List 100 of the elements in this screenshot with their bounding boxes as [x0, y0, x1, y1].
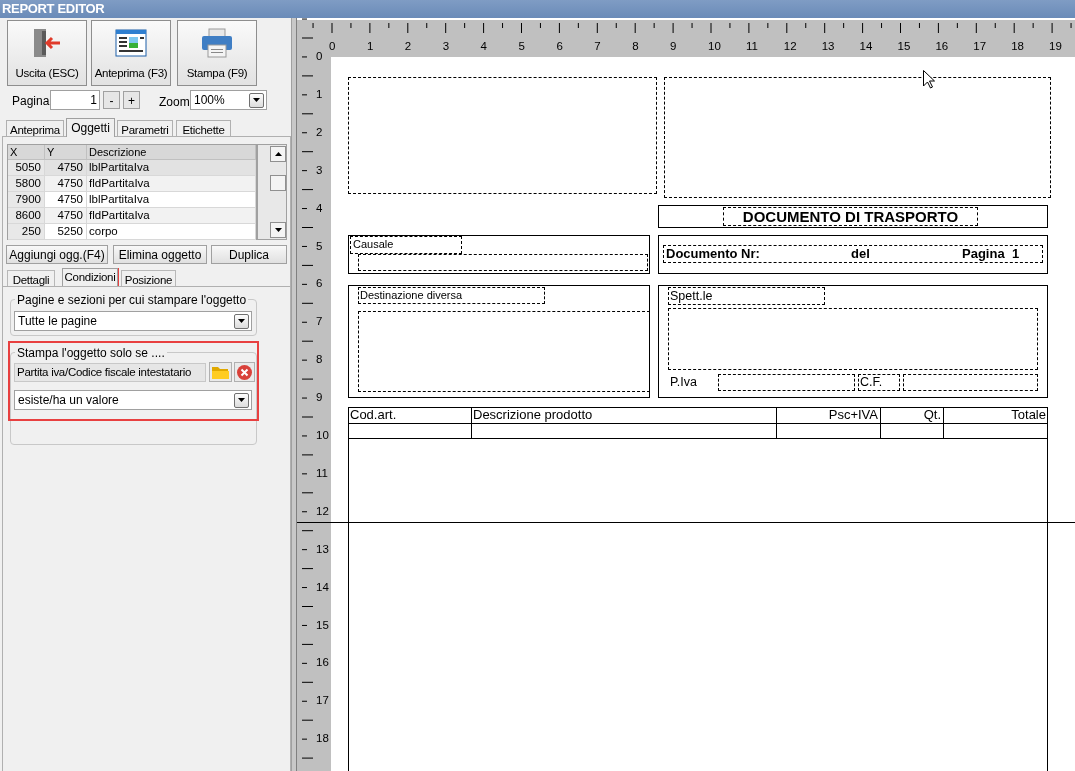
ruler-label: 12	[316, 505, 329, 518]
page-input[interactable]: 1	[50, 90, 100, 110]
ruler-label: 8	[316, 354, 323, 366]
scroll-thumb[interactable]	[270, 175, 286, 191]
tab[interactable]: Oggetti	[66, 118, 115, 137]
table-cell: 5050	[8, 160, 45, 176]
column-header: Cod.art.	[349, 407, 398, 423]
ruler-label: 16	[316, 657, 329, 669]
ruler-label: 15	[316, 619, 329, 631]
dropdown-arrow-icon	[238, 319, 245, 323]
ruler-label: 17	[973, 41, 987, 53]
ruler-label: 10	[316, 430, 329, 442]
tab[interactable]: Etichette	[176, 120, 231, 136]
ruler-label: 9	[670, 41, 677, 53]
toolbar-button[interactable]: Anteprima (F3)	[91, 20, 171, 86]
ruler-label: 1	[366, 41, 374, 53]
condition-field[interactable]: Partita iva/Codice fiscale intestatario	[14, 363, 206, 382]
toolbar-button[interactable]: Stampa (F9)	[177, 20, 257, 86]
ruler-label: 19	[1049, 41, 1062, 53]
tab[interactable]: Parametri	[117, 120, 173, 136]
ruler-label: 16	[935, 41, 949, 53]
delete-button[interactable]	[234, 362, 255, 382]
column-header: Totale	[1010, 407, 1047, 423]
tab[interactable]: Anteprima	[6, 120, 64, 136]
report-label: del	[851, 247, 870, 260]
zoom-label: Zoom	[159, 94, 190, 111]
plus-button[interactable]: +	[123, 91, 140, 109]
operator-dropdown[interactable]: esiste/ha un valore	[14, 390, 252, 410]
ruler-label: 6	[556, 41, 563, 53]
tab[interactable]: Dettagli	[7, 270, 55, 286]
ruler-label: 10	[708, 41, 721, 53]
ruler-label: 11	[316, 467, 328, 480]
preview-window-icon	[115, 28, 147, 57]
ruler-label: 3	[316, 164, 323, 177]
ruler-label: 15	[897, 41, 911, 53]
ruler-label: 2	[316, 126, 323, 139]
scrollbar[interactable]	[257, 144, 287, 240]
dashed-frame	[858, 374, 900, 391]
mouse-cursor-icon	[923, 70, 935, 89]
action-button[interactable]: Elimina oggetto	[113, 245, 207, 264]
ruler-label: 18	[1011, 41, 1024, 53]
table-cell: 5800	[8, 176, 45, 192]
ruler-label: 7	[594, 41, 601, 53]
column-header: Descrizione prodotto	[472, 407, 594, 423]
table-cell: 250	[8, 224, 45, 240]
folder-icon	[212, 365, 229, 379]
ruler-label: 5	[316, 240, 323, 252]
ruler-label: 7	[316, 316, 323, 328]
ruler-label: 18	[316, 733, 329, 745]
ruler-label: 2	[404, 41, 412, 53]
dropdown-arrow-icon	[238, 398, 245, 402]
report-label: Causale	[353, 239, 394, 250]
zoom-dropdown[interactable]: 100%	[190, 90, 267, 110]
ruler-label: 5	[518, 41, 525, 53]
table-cell: 7900	[8, 192, 45, 208]
column-header: Psc+IVA	[827, 407, 879, 423]
down-arrow-icon	[275, 228, 282, 232]
ruler-label: 14	[316, 581, 329, 594]
ruler-label: 8	[632, 41, 639, 53]
tab[interactable]: Condizioni	[62, 268, 118, 286]
table-cell: corpo	[87, 224, 256, 240]
action-button[interactable]: Aggiungi ogg.(F4)	[6, 245, 108, 264]
exit-door-icon	[32, 26, 62, 59]
ruler-label: 13	[316, 543, 329, 556]
report-label: Spett.le	[670, 290, 713, 303]
pages-dropdown[interactable]: Tutte le pagine	[14, 311, 252, 331]
ruler-label: 17	[316, 695, 329, 707]
ruler-label: 12	[783, 41, 797, 53]
minus-button[interactable]: -	[103, 91, 120, 109]
toolbar-button[interactable]: Uscita (ESC)	[7, 20, 87, 86]
ruler-label: 6	[316, 278, 323, 290]
ruler-label: 13	[821, 41, 835, 53]
table-cell: 8600	[8, 208, 45, 224]
ruler-label: 9	[316, 392, 323, 404]
action-button[interactable]: Duplica	[211, 245, 287, 264]
ruler-label: 11	[745, 41, 758, 53]
ruler-label: 4	[480, 41, 487, 53]
scroll-up-button[interactable]	[270, 146, 286, 162]
report-label: 1	[1012, 247, 1020, 260]
dropdown-arrow-icon	[253, 98, 260, 102]
table-cell: 5250	[45, 224, 87, 240]
ruler-label: 1	[316, 88, 323, 101]
report-label: P.Iva	[670, 376, 697, 389]
report-label: Pagina	[962, 247, 1005, 260]
up-arrow-icon	[275, 152, 282, 156]
scroll-down-button[interactable]	[270, 222, 286, 238]
report-label: Destinazione diversa	[360, 290, 463, 301]
page-label: Pagina	[12, 93, 50, 110]
ruler-label: 0	[316, 51, 323, 63]
close-icon	[237, 364, 252, 380]
column-header: Qt.	[922, 407, 942, 423]
report-label: C.F.	[860, 376, 883, 389]
tab[interactable]: Posizione	[121, 270, 176, 286]
window-title: REPORT EDITOR	[2, 0, 105, 19]
report-label: Documento Nr:	[666, 247, 760, 260]
ruler-label: 0	[329, 41, 336, 53]
ruler-label: 4	[316, 202, 323, 215]
ruler-label: 14	[859, 41, 873, 53]
ruler-label: 3	[442, 41, 450, 53]
report-title: DOCUMENTO DI TRASPORTO	[723, 207, 978, 226]
